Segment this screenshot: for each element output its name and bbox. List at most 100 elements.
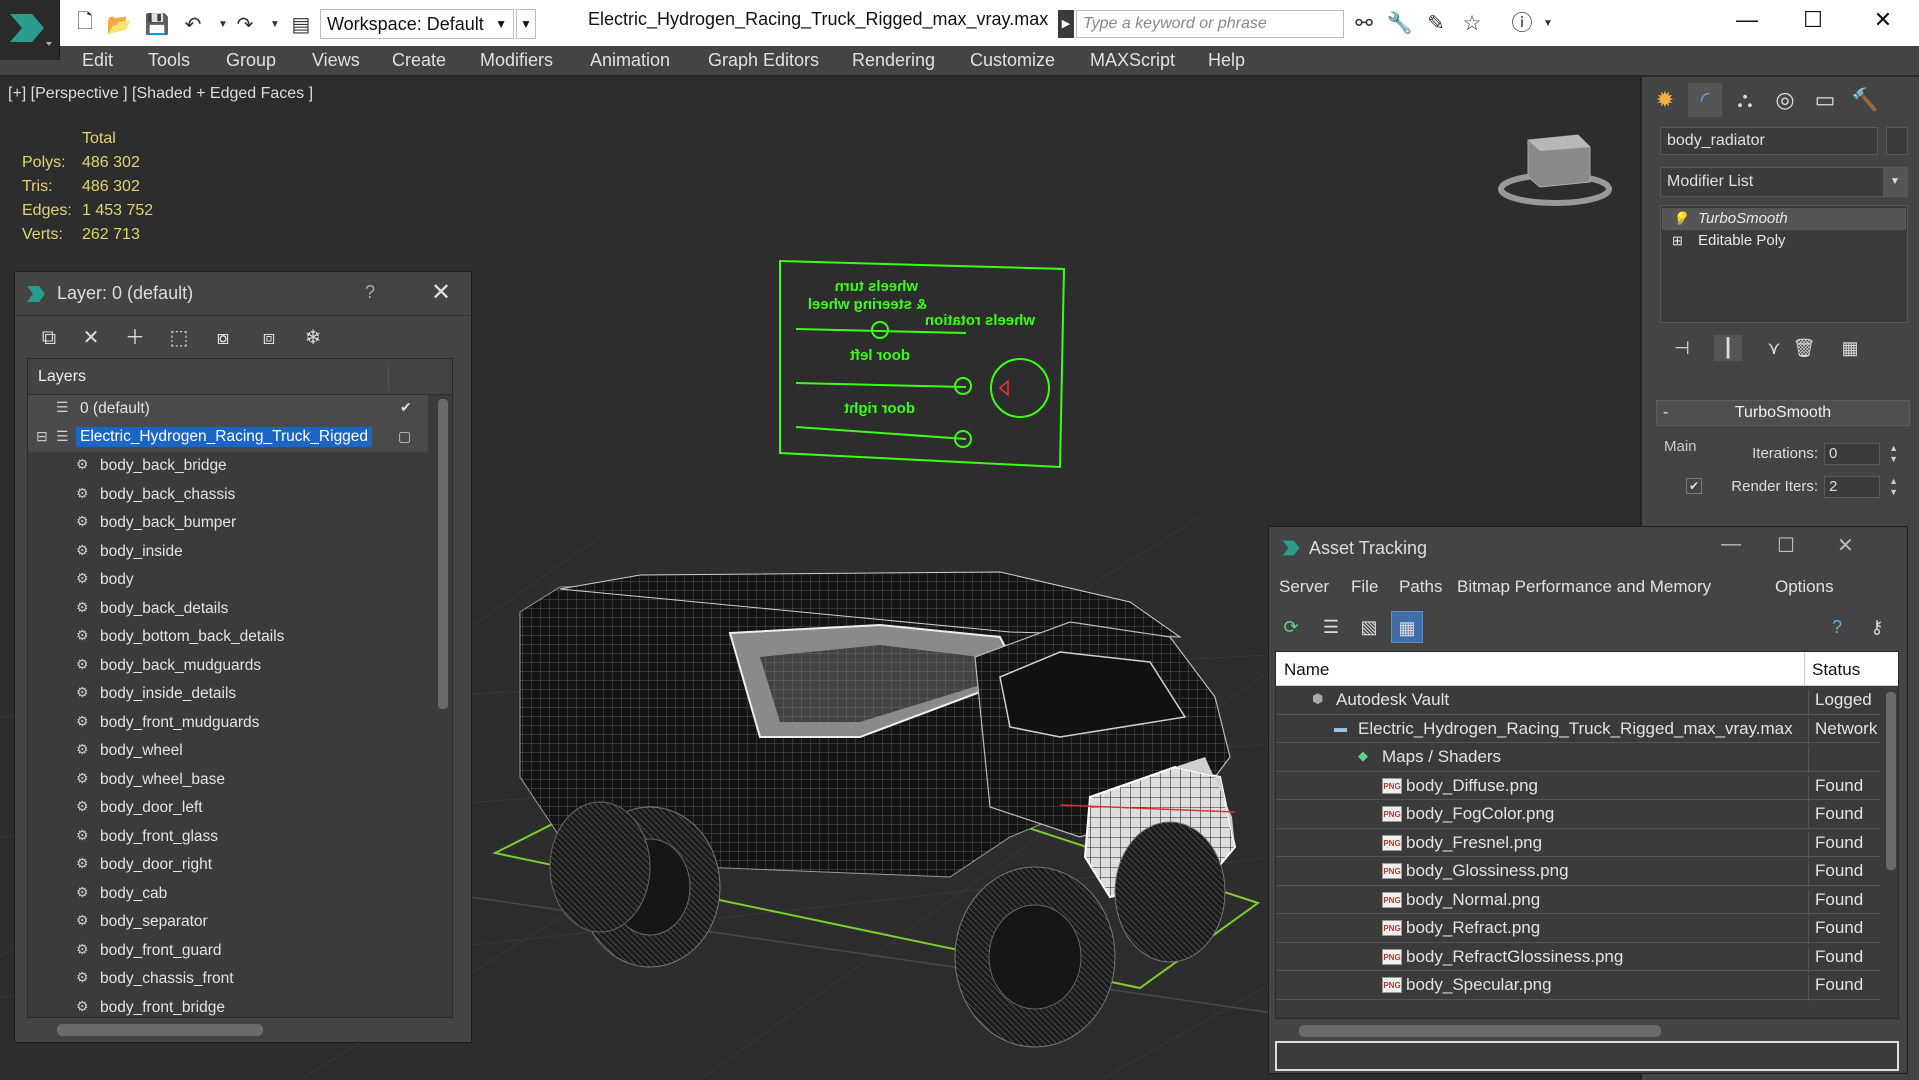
menu-create[interactable]: Create	[392, 50, 446, 71]
project-folder-icon[interactable]: ▤	[288, 11, 314, 37]
maximize-icon[interactable]: ☐	[1777, 533, 1795, 558]
scrollbar-thumb[interactable]	[438, 399, 448, 709]
asset-horizontal-scrollbar[interactable]	[1299, 1025, 1661, 1037]
layer-object-row[interactable]: ⚙ body_front_glass	[28, 823, 428, 852]
binoculars-icon[interactable]: ⚯	[1350, 11, 1378, 37]
favorites-star-icon[interactable]: ☆	[1458, 11, 1486, 37]
truck-model[interactable]	[519, 571, 1237, 1048]
utilities-tab-icon[interactable]: 🔨	[1848, 83, 1882, 117]
search-input[interactable]: Type a keyword or phrase	[1076, 10, 1344, 38]
asset-row[interactable]: PNG body_Fresnel.png Found	[1276, 829, 1880, 859]
motion-tab-icon[interactable]: ◎	[1768, 83, 1802, 117]
freeze-all-layers-icon[interactable]: ❄	[297, 322, 329, 354]
layer-object-row[interactable]: ⚙ body_inside	[28, 538, 428, 567]
rig-control-panel[interactable]: wheels turn & steering wheel wheels rota…	[779, 259, 1066, 469]
asset-table-header[interactable]: Name Status	[1276, 652, 1898, 686]
menu-modifiers[interactable]: Modifiers	[480, 50, 553, 71]
menu-graph-editors[interactable]: Graph Editors	[708, 50, 819, 71]
asset-menu-paths[interactable]: Paths	[1399, 577, 1442, 597]
layer-row-truck[interactable]: ⊟ ☰ Electric_Hydrogen_Racing_Truck_Rigge…	[28, 423, 428, 452]
help-icon[interactable]: ?	[365, 282, 375, 303]
layer-object-row[interactable]: ⚙ body	[28, 566, 428, 595]
menu-maxscript[interactable]: MAXScript	[1090, 50, 1175, 71]
layer-object-row[interactable]: ⚙ body_back_bridge	[28, 452, 428, 481]
minimize-button[interactable]: —	[1712, 0, 1782, 40]
layer-object-row[interactable]: ⚙ body_front_mudguards	[28, 709, 428, 738]
layer-object-row[interactable]: ⚙ body_separator	[28, 908, 428, 937]
render-iters-spinner[interactable]: 2	[1824, 476, 1880, 498]
refresh-icon[interactable]: ⟳	[1275, 611, 1307, 643]
wrench-icon[interactable]: 🔧	[1386, 11, 1414, 37]
menu-help[interactable]: Help	[1208, 50, 1245, 71]
layer-object-row[interactable]: ⚙ body_inside_details	[28, 680, 428, 709]
layer-object-row[interactable]: ⚙ body_back_bumper	[28, 509, 428, 538]
lightbulb-icon[interactable]: 💡	[1672, 208, 1688, 230]
viewcube[interactable]	[1498, 134, 1612, 206]
create-layer-icon[interactable]: ⧉	[33, 322, 65, 354]
communication-center-icon[interactable]: ✎	[1422, 11, 1450, 37]
max-logo-icon[interactable]	[0, 0, 60, 60]
asset-menu-server[interactable]: Server	[1279, 577, 1329, 597]
viewport-label[interactable]: [+] [Perspective ] [Shaded + Edged Faces…	[8, 85, 313, 103]
set-current-layer-icon[interactable]: ▢	[398, 428, 411, 445]
close-icon[interactable]: ✕	[431, 278, 451, 307]
layer-object-row[interactable]: ⚙ body_door_left	[28, 794, 428, 823]
current-layer-check-icon[interactable]: ✔	[400, 399, 412, 416]
asset-row[interactable]: ▬ Electric_Hydrogen_Racing_Truck_Rigged_m…	[1276, 715, 1880, 745]
hierarchy-tab-icon[interactable]: ⛬	[1728, 83, 1762, 117]
spinner-arrows-icon[interactable]: ▲ ▼	[1889, 476, 1898, 498]
configure-modifier-sets-icon[interactable]: ▦	[1836, 335, 1864, 361]
name-column-header[interactable]: Name	[1284, 660, 1329, 680]
layer-vertical-scrollbar[interactable]	[436, 395, 450, 1017]
close-icon[interactable]: ✕	[1837, 533, 1854, 558]
iterations-spinner[interactable]: 0	[1824, 443, 1880, 465]
scrollbar-thumb[interactable]	[1886, 692, 1896, 870]
menu-animation[interactable]: Animation	[590, 50, 670, 71]
layer-column-header[interactable]: Layers	[28, 359, 452, 395]
asset-menu-bitmap-performance[interactable]: Bitmap Performance and Memory	[1457, 577, 1711, 597]
save-file-icon[interactable]: 💾	[144, 11, 170, 37]
search-expand-button[interactable]: ▶	[1058, 10, 1074, 38]
modify-tab-icon[interactable]: ◜	[1688, 83, 1722, 117]
vault-help-icon[interactable]: ?	[1821, 611, 1853, 643]
asset-row[interactable]: PNG body_RefractGlossiness.png Found	[1276, 943, 1880, 973]
asset-row[interactable]: ◆ Maps / Shaders	[1276, 743, 1880, 773]
modifier-list-dropdown[interactable]: Modifier List ▼	[1660, 167, 1908, 197]
close-button[interactable]: ✕	[1848, 0, 1918, 40]
layer-object-row[interactable]: ⚙ body_front_bridge	[28, 994, 428, 1018]
help-icon[interactable]: ⓘ	[1508, 11, 1536, 37]
table-view-icon[interactable]: ▦	[1391, 611, 1423, 643]
layer-horizontal-scrollbar[interactable]	[57, 1024, 263, 1036]
asset-row[interactable]: PNG body_Specular.png Found	[1276, 971, 1880, 1001]
asset-menu-options[interactable]: Options	[1775, 577, 1834, 597]
layer-object-row[interactable]: ⚙ body_front_guard	[28, 937, 428, 966]
select-in-layer-icon[interactable]: ⬚	[163, 322, 195, 354]
asset-row[interactable]: PNG body_Normal.png Found	[1276, 886, 1880, 916]
menu-customize[interactable]: Customize	[970, 50, 1055, 71]
layer-object-row[interactable]: ⚙ body_door_right	[28, 851, 428, 880]
vault-login-icon[interactable]: ⚷	[1861, 611, 1893, 643]
remove-modifier-icon[interactable]: 🗑	[1790, 335, 1818, 361]
asset-row[interactable]: PNG body_Glossiness.png Found	[1276, 857, 1880, 887]
object-color-swatch[interactable]	[1886, 127, 1908, 155]
help-dropdown-icon[interactable]: ▼	[1534, 11, 1562, 37]
asset-row[interactable]: PNG body_Diffuse.png Found	[1276, 772, 1880, 802]
stack-item-editable-poly[interactable]: ⊞ Editable Poly	[1662, 230, 1906, 252]
menu-rendering[interactable]: Rendering	[852, 50, 935, 71]
open-file-icon[interactable]: 📂	[106, 11, 132, 37]
highlight-layer-icon[interactable]: ⧇	[207, 322, 239, 354]
maximize-button[interactable]: ☐	[1778, 0, 1848, 40]
list-view-icon[interactable]: ☰	[1315, 611, 1347, 643]
menu-edit[interactable]: Edit	[82, 50, 113, 71]
minimize-icon[interactable]: —	[1721, 533, 1741, 556]
display-tab-icon[interactable]: ▭	[1808, 83, 1842, 117]
layer-row-default[interactable]: ☰ 0 (default) ✔	[28, 395, 428, 424]
layer-object-row[interactable]: ⚙ body_back_mudguards	[28, 652, 428, 681]
object-name-field[interactable]: body_radiator	[1660, 127, 1878, 155]
asset-row[interactable]: PNG body_FogColor.png Found	[1276, 800, 1880, 830]
workspace-dropdown[interactable]: Workspace: Default ▼	[320, 9, 514, 39]
layer-object-row[interactable]: ⚙ body_bottom_back_details	[28, 623, 428, 652]
delete-layer-icon[interactable]: ✕	[75, 322, 107, 354]
menu-group[interactable]: Group	[226, 50, 276, 71]
layer-dialog-titlebar[interactable]: Layer: 0 (default) ? ✕	[15, 272, 471, 316]
